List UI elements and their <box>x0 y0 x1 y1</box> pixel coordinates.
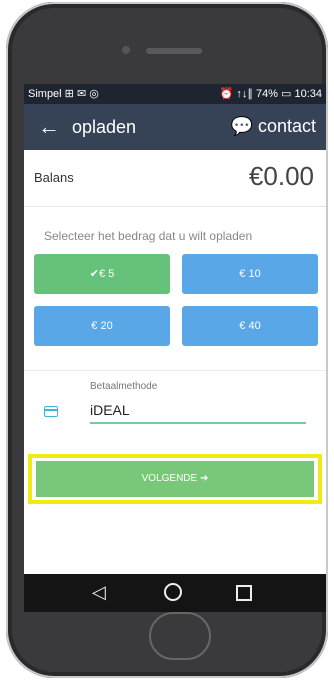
status-right: ⏰ ↑↓∥ 74% ▭ 10:34 <box>219 88 322 100</box>
contact-button[interactable]: 💬 contact <box>231 116 316 137</box>
amount-button-40[interactable]: € 40 <box>182 306 318 346</box>
balance-label: Balans <box>34 170 74 185</box>
android-nav-bar: ◁ <box>24 574 326 612</box>
payment-method-field[interactable]: iDEAL <box>90 402 130 418</box>
amount-button-5[interactable]: ✔€ 5 <box>34 254 170 294</box>
home-button[interactable] <box>149 612 211 660</box>
amount-button-10[interactable]: € 10 <box>182 254 318 294</box>
screen: Simpel ⊞ ✉ ◎ ⏰ ↑↓∥ 74% ▭ 10:34 ← opladen… <box>24 84 326 612</box>
front-camera <box>122 46 130 54</box>
status-left: Simpel ⊞ ✉ ◎ <box>28 88 99 100</box>
divider <box>24 370 326 371</box>
balance-row: Balans €0.00 <box>24 150 326 207</box>
next-button[interactable]: VOLGENDE ➔ <box>36 461 314 497</box>
amount-instruction: Selecteer het bedrag dat u wilt opladen <box>44 229 253 243</box>
earpiece-speaker <box>146 48 202 54</box>
nav-back-icon[interactable]: ◁ <box>92 582 106 603</box>
payment-method-label: Betaalmethode <box>90 381 158 392</box>
nav-recents-icon[interactable] <box>236 585 252 601</box>
payment-field-underline <box>90 422 306 424</box>
app-bar: ← opladen 💬 contact <box>24 104 326 150</box>
balance-value: €0.00 <box>248 161 314 191</box>
back-arrow-icon[interactable]: ← <box>38 114 60 140</box>
amount-button-20[interactable]: € 20 <box>34 306 170 346</box>
page-title: opladen <box>72 117 137 137</box>
status-bar: Simpel ⊞ ✉ ◎ ⏰ ↑↓∥ 74% ▭ 10:34 <box>24 84 326 104</box>
credit-card-icon <box>44 406 58 417</box>
nav-home-icon[interactable] <box>164 583 182 601</box>
